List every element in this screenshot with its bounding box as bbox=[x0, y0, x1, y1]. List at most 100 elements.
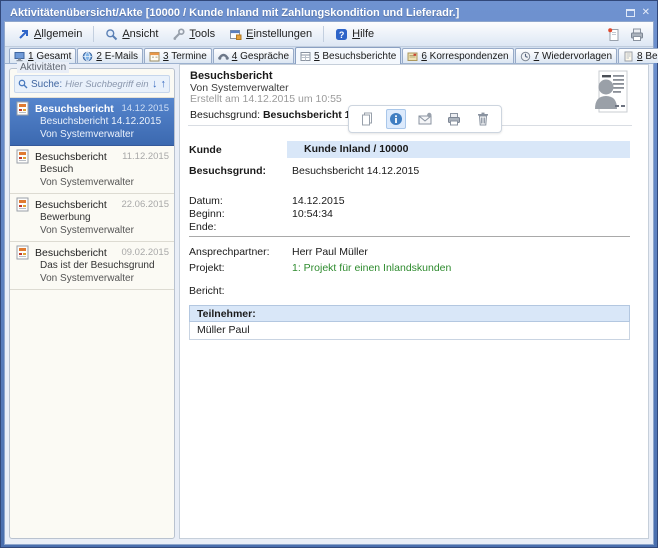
item-subtitle: Das ist der Besuchsgrund bbox=[40, 260, 169, 273]
window-title: Aktivitätenübersicht/Akte [10000 / Kunde… bbox=[10, 7, 626, 19]
app-window: Aktivitätenübersicht/Akte [10000 / Kunde… bbox=[0, 0, 658, 548]
globe-icon bbox=[82, 51, 93, 62]
tab-label: 7 Wiedervorlagen bbox=[534, 51, 612, 62]
restore-window-icon[interactable] bbox=[626, 9, 635, 17]
tab-bar: 1 Gesamt 2 E-Mails 3 Termine 4 Gespräche… bbox=[5, 47, 653, 64]
close-window-icon[interactable]: ✕ bbox=[642, 8, 650, 18]
item-subtitle: Besuchsbericht 14.12.2015 bbox=[40, 116, 169, 129]
field-row-besuchsgrund: Besuchsgrund: Besuchsbericht 14.12.2015 bbox=[189, 165, 630, 180]
tab-wiedervorlagen[interactable]: 7 Wiedervorlagen bbox=[515, 48, 617, 63]
document-icon bbox=[623, 51, 634, 62]
delete-button[interactable] bbox=[473, 109, 493, 129]
tab-label: 1 Gesamt bbox=[28, 51, 71, 62]
field-value: 14.12.2015 bbox=[292, 195, 630, 207]
clock-icon bbox=[520, 51, 531, 62]
list-item[interactable]: Besuchsbericht 11.12.2015 Besuch Von Sys… bbox=[10, 146, 174, 194]
field-row-projekt: Projekt: 1: Projekt für einen Inlandskun… bbox=[189, 262, 630, 277]
search-input[interactable] bbox=[65, 79, 149, 90]
section-divider bbox=[189, 236, 630, 237]
item-author: Von Systemverwalter bbox=[40, 273, 169, 286]
visit-report-icon bbox=[15, 245, 30, 260]
activities-sidebar: Suche: ↓ ↑ Besuchsbericht 14.12.2015 Bes… bbox=[9, 68, 175, 539]
send-mail-button[interactable] bbox=[415, 109, 435, 129]
search-icon bbox=[18, 79, 28, 89]
tab-gesamt[interactable]: 1 Gesamt bbox=[9, 48, 76, 63]
tab-termine[interactable]: 3 Termine bbox=[144, 48, 212, 63]
sort-ascending-icon[interactable]: ↑ bbox=[161, 79, 167, 90]
field-row-kunde: Kunde Kunde Inland / 10000 bbox=[189, 144, 630, 159]
visit-report-icon bbox=[15, 149, 30, 164]
menu-label: Einstellungen bbox=[246, 28, 312, 40]
list-item[interactable]: Besuchsbericht 14.12.2015 Besuchsbericht… bbox=[10, 98, 174, 146]
field-row-ansprechpartner: Ansprechpartner: Herr Paul Müller bbox=[189, 246, 630, 261]
item-date: 11.12.2015 bbox=[122, 151, 169, 162]
info-button[interactable] bbox=[386, 109, 406, 129]
tab-label: 8 Belege bbox=[637, 51, 658, 62]
letter-icon bbox=[407, 51, 418, 62]
menu-separator bbox=[93, 26, 94, 42]
help-icon: ? bbox=[335, 28, 348, 41]
menu-label: Hilfe bbox=[352, 28, 374, 40]
monitor-icon bbox=[14, 51, 25, 62]
svg-text:?: ? bbox=[339, 30, 345, 40]
item-author: Von Systemverwalter bbox=[40, 129, 169, 142]
field-value: 10:54:34 bbox=[292, 208, 630, 220]
sort-descending-icon[interactable]: ↓ bbox=[152, 79, 158, 90]
reason-label: Besuchsgrund: bbox=[190, 109, 260, 121]
window-controls: ✕ bbox=[626, 8, 650, 18]
tab-gespraeche[interactable]: 4 Gespräche bbox=[213, 48, 294, 63]
menu-tools[interactable]: Tools bbox=[166, 26, 221, 43]
field-label: Kunde bbox=[189, 144, 222, 156]
phone-icon bbox=[218, 51, 229, 62]
kunde-highlight-band[interactable]: Kunde Inland / 10000 bbox=[287, 141, 630, 158]
tab-label: 4 Gespräche bbox=[232, 51, 289, 62]
print-button[interactable] bbox=[444, 109, 464, 129]
participant-row[interactable]: Müller Paul bbox=[189, 322, 630, 340]
copy-document-button[interactable] bbox=[357, 109, 377, 129]
menu-label: Allgemein bbox=[34, 28, 82, 40]
tab-label: 5 Besuchsberichte bbox=[314, 51, 396, 62]
project-link[interactable]: 1: Projekt für einen Inlandskunden bbox=[292, 262, 630, 274]
tab-label: 3 Termine bbox=[163, 51, 207, 62]
list-item[interactable]: Besuchsbericht 09.02.2015 Das ist der Be… bbox=[10, 242, 174, 290]
menu-label: Tools bbox=[189, 28, 215, 40]
window-body: Allgemein Ansicht Tools Einstellungen ? … bbox=[4, 21, 654, 545]
tab-emails[interactable]: 2 E-Mails bbox=[77, 48, 143, 63]
titlebar: Aktivitätenübersicht/Akte [10000 / Kunde… bbox=[4, 4, 654, 21]
visit-report-icon bbox=[15, 197, 30, 212]
tab-korrespondenzen[interactable]: 6 Korrespondenzen bbox=[402, 48, 513, 63]
search-bar[interactable]: Suche: ↓ ↑ bbox=[14, 75, 170, 93]
detail-title: Besuchsbericht bbox=[190, 70, 273, 82]
print-icon[interactable] bbox=[629, 27, 645, 42]
item-author: Von Systemverwalter bbox=[40, 177, 169, 190]
tab-belege[interactable]: 8 Belege bbox=[618, 48, 658, 63]
field-label: Beginn: bbox=[189, 208, 225, 220]
activities-group-label: Aktivitäten bbox=[17, 62, 69, 73]
calendar-icon bbox=[149, 51, 160, 62]
field-label: Projekt: bbox=[189, 262, 225, 274]
field-label: Ansprechpartner: bbox=[189, 246, 270, 258]
menu-allgemein[interactable]: Allgemein bbox=[11, 26, 88, 43]
magnifier-icon bbox=[105, 28, 118, 41]
list-item[interactable]: Besuchsbericht 22.06.2015 Bewerbung Von … bbox=[10, 194, 174, 242]
field-row-bericht: Bericht: bbox=[189, 285, 630, 300]
field-value: Besuchsbericht 14.12.2015 bbox=[292, 165, 630, 177]
field-value: Kunde Inland / 10000 bbox=[304, 143, 408, 155]
field-value: Herr Paul Müller bbox=[292, 246, 630, 258]
menu-hilfe[interactable]: ? Hilfe bbox=[329, 26, 380, 43]
menu-ansicht[interactable]: Ansicht bbox=[99, 26, 164, 43]
report-grid-icon bbox=[300, 51, 311, 62]
tab-label: 6 Korrespondenzen bbox=[421, 51, 508, 62]
field-label: Bericht: bbox=[189, 285, 225, 297]
record-toolbar bbox=[348, 105, 502, 133]
search-label: Suche: bbox=[31, 79, 62, 90]
item-title: Besuchsbericht bbox=[35, 103, 116, 115]
new-document-icon[interactable] bbox=[606, 27, 621, 42]
menu-einstellungen[interactable]: Einstellungen bbox=[223, 26, 318, 43]
field-label: Besuchsgrund: bbox=[189, 165, 266, 177]
tab-label: 2 E-Mails bbox=[96, 51, 138, 62]
participants-table: Teilnehmer: Müller Paul bbox=[189, 305, 630, 340]
tab-besuchsberichte[interactable]: 5 Besuchsberichte bbox=[295, 47, 401, 64]
item-title: Besuchsbericht bbox=[35, 247, 116, 259]
field-label: Ende: bbox=[189, 221, 216, 233]
